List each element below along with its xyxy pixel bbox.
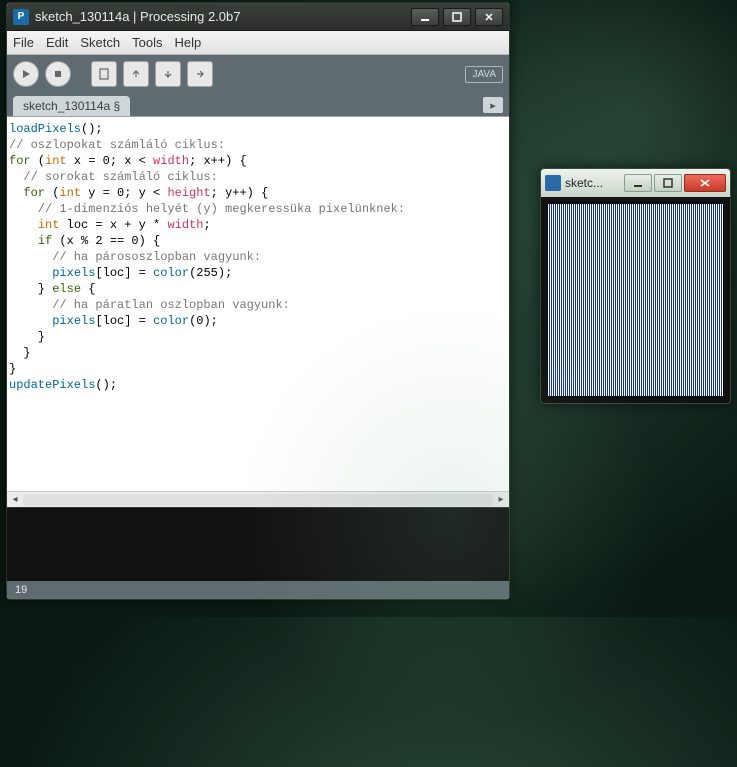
code-token: y = 0; y <	[81, 186, 167, 200]
minimize-button[interactable]	[411, 8, 439, 26]
open-button[interactable]	[123, 61, 149, 87]
run-button[interactable]	[13, 61, 39, 87]
mode-selector[interactable]: JAVA	[465, 66, 503, 83]
code-token: if	[38, 234, 52, 248]
new-file-icon	[98, 68, 110, 80]
maximize-icon	[452, 12, 462, 22]
code-editor[interactable]: loadPixels(); // oszlopokat számláló cik…	[7, 117, 509, 491]
code-token: loc = x + y *	[59, 218, 167, 232]
scroll-track[interactable]	[23, 494, 493, 506]
code-token: }	[9, 282, 52, 296]
sketch-close-button[interactable]	[684, 174, 726, 192]
ide-window-controls	[411, 8, 503, 26]
sketch-window-controls	[624, 174, 726, 192]
export-icon	[194, 68, 206, 80]
export-button[interactable]	[187, 61, 213, 87]
processing-ide-window: P sketch_130114a | Processing 2.0b7 File…	[6, 2, 510, 600]
code-comment: // ha párososzlopban vagyunk:	[9, 250, 261, 264]
close-icon	[484, 12, 494, 22]
sketch-maximize-button[interactable]	[654, 174, 682, 192]
tab-menu-button[interactable]: ▸	[483, 97, 503, 113]
code-token: }	[9, 362, 16, 376]
minimize-icon	[420, 12, 430, 22]
code-token: loadPixels	[9, 122, 81, 136]
sketch-titlebar[interactable]: sketc...	[541, 169, 730, 197]
code-token: int	[38, 218, 60, 232]
maximize-icon	[663, 178, 673, 188]
sketch-canvas	[547, 203, 724, 397]
scroll-right-arrow[interactable]: ▸	[493, 492, 509, 508]
menu-sketch[interactable]: Sketch	[80, 35, 120, 50]
code-token: width	[153, 154, 189, 168]
code-token: height	[167, 186, 210, 200]
code-comment: // ha páratlan oszlopban vagyunk:	[9, 298, 290, 312]
code-token: color	[153, 314, 189, 328]
code-token: }	[9, 330, 45, 344]
menu-help[interactable]: Help	[174, 35, 201, 50]
code-comment: // sorokat számláló ciklus:	[9, 170, 218, 184]
code-token: [loc] =	[95, 314, 153, 328]
processing-app-icon: P	[13, 9, 29, 25]
close-button[interactable]	[475, 8, 503, 26]
ide-console[interactable]	[7, 507, 509, 581]
code-token: }	[9, 346, 31, 360]
code-token: x = 0; x <	[67, 154, 153, 168]
code-token: width	[167, 218, 203, 232]
close-icon	[699, 178, 711, 188]
code-token: pixels	[52, 314, 95, 328]
code-token: (255);	[189, 266, 232, 280]
new-button[interactable]	[91, 61, 117, 87]
code-token: ();	[95, 378, 117, 392]
arrow-right-icon: ▸	[490, 99, 496, 112]
code-token: updatePixels	[9, 378, 95, 392]
code-token: [loc] =	[95, 266, 153, 280]
code-token: ; x++) {	[189, 154, 247, 168]
code-token: int	[45, 154, 67, 168]
editor-horizontal-scrollbar[interactable]: ◂ ▸	[7, 491, 509, 507]
code-comment: // 1-dimenziós helyét (y) megkeressüka p…	[9, 202, 405, 216]
code-token: (0);	[189, 314, 218, 328]
ide-titlebar[interactable]: P sketch_130114a | Processing 2.0b7	[7, 3, 509, 31]
play-icon	[20, 68, 32, 80]
save-down-icon	[162, 68, 174, 80]
code-token: ();	[81, 122, 103, 136]
status-line-number: 19	[15, 584, 27, 596]
code-token: int	[59, 186, 81, 200]
code-token: else	[52, 282, 81, 296]
minimize-icon	[633, 178, 643, 188]
sketch-output-window: sketc...	[540, 168, 731, 404]
menu-file[interactable]: File	[13, 35, 34, 50]
maximize-button[interactable]	[443, 8, 471, 26]
tab-sketch[interactable]: sketch_130114a §	[13, 96, 130, 116]
code-token: for	[23, 186, 45, 200]
code-comment: // oszlopokat számláló ciklus:	[9, 138, 225, 152]
sketch-minimize-button[interactable]	[624, 174, 652, 192]
code-token: (	[31, 154, 45, 168]
ide-menubar: File Edit Sketch Tools Help	[7, 31, 509, 55]
stop-icon	[52, 68, 64, 80]
stop-button[interactable]	[45, 61, 71, 87]
ide-tabstrip: sketch_130114a § ▸	[7, 93, 509, 117]
code-token: (x % 2 == 0) {	[52, 234, 160, 248]
sketch-app-icon	[545, 175, 561, 191]
sketch-window-title: sketc...	[565, 176, 624, 190]
code-token: for	[9, 154, 31, 168]
scroll-left-arrow[interactable]: ◂	[7, 492, 23, 508]
ide-toolbar: JAVA	[7, 55, 509, 93]
ide-window-title: sketch_130114a | Processing 2.0b7	[35, 9, 411, 24]
code-token: (	[45, 186, 59, 200]
code-token: {	[81, 282, 95, 296]
code-token: color	[153, 266, 189, 280]
menu-edit[interactable]: Edit	[46, 35, 68, 50]
open-up-icon	[130, 68, 142, 80]
ide-statusbar: 19	[7, 581, 509, 599]
code-token: ;	[203, 218, 210, 232]
menu-tools[interactable]: Tools	[132, 35, 162, 50]
save-button[interactable]	[155, 61, 181, 87]
code-token: pixels	[52, 266, 95, 280]
code-token: ; y++) {	[211, 186, 269, 200]
